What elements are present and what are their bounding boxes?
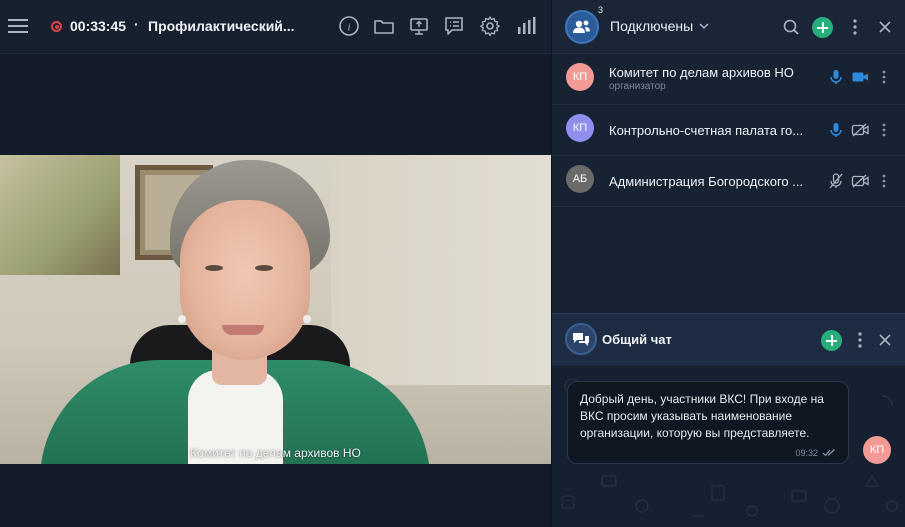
message-timestamp: 09:32	[795, 448, 818, 458]
close-icon[interactable]	[874, 16, 896, 38]
participant-name: Администрация Богородского ...	[609, 174, 804, 189]
settings-icon[interactable]	[479, 15, 501, 37]
folder-icon[interactable]	[373, 15, 395, 37]
more-vertical-icon[interactable]	[849, 329, 871, 351]
participants-header: 3 Подключены	[552, 0, 905, 54]
avatar: КП	[863, 436, 891, 464]
title-separator: ·	[134, 16, 139, 32]
chat-message[interactable]: Добрый день, участники ВКС! При входе на…	[567, 381, 849, 464]
speaker-name-label: Комитет по делам архивов НО	[190, 446, 361, 460]
chat-bubbles-icon	[573, 333, 589, 346]
participants-filter-label[interactable]: Подключены	[610, 18, 693, 34]
avatar: КП	[566, 63, 594, 91]
conference-area: 00:33:45 · Профилактический... i Комитет…	[0, 0, 551, 527]
chat-message-text: Добрый день, участники ВКС! При входе на…	[580, 392, 824, 440]
chevron-down-icon[interactable]	[697, 19, 711, 33]
participants-button[interactable]	[565, 10, 599, 44]
chat-header: Общий чат	[552, 313, 905, 366]
camera-on-icon[interactable]	[851, 68, 869, 86]
screen-share-icon[interactable]	[408, 15, 430, 37]
more-vertical-icon[interactable]	[875, 121, 893, 139]
close-icon[interactable]	[874, 329, 896, 351]
mic-on-icon[interactable]	[827, 68, 845, 86]
read-checkmarks-icon	[822, 449, 835, 457]
add-participant-button[interactable]	[812, 17, 833, 38]
chat-messages: Добрый день, участники ВКС! При входе на…	[552, 366, 905, 527]
participants-list: КП Комитет по делам архивов НО организат…	[552, 54, 905, 207]
avatar: КП	[566, 114, 594, 142]
chat-title: Общий чат	[602, 332, 672, 347]
speaker-video[interactable]	[0, 155, 551, 464]
side-panel: 3 Подключены КП Комитет по делам архивов…	[551, 0, 905, 527]
mic-off-icon[interactable]	[827, 172, 845, 190]
search-icon[interactable]	[780, 16, 802, 38]
participant-role: организатор	[609, 81, 666, 92]
call-timer: 00:33:45	[70, 18, 127, 34]
recording-indicator-icon	[51, 21, 62, 32]
conference-title[interactable]: Профилактический...	[148, 18, 308, 34]
people-icon	[573, 20, 590, 33]
new-chat-button[interactable]	[821, 330, 842, 351]
list-item[interactable]: КП Комитет по делам архивов НО организат…	[552, 54, 905, 105]
list-item[interactable]: КП Контрольно-счетная палата го...	[552, 105, 905, 156]
camera-off-icon[interactable]	[851, 121, 869, 139]
app-window: 00:33:45 · Профилактический... i Комитет…	[0, 0, 905, 527]
participant-count-badge: 3	[598, 5, 604, 15]
info-icon[interactable]: i	[338, 15, 360, 37]
list-item[interactable]: АБ Администрация Богородского ...	[552, 156, 905, 207]
stats-icon[interactable]	[515, 15, 537, 37]
camera-off-icon[interactable]	[851, 172, 869, 190]
chat-button[interactable]	[565, 323, 597, 355]
more-vertical-icon[interactable]	[875, 68, 893, 86]
more-vertical-icon[interactable]	[844, 16, 866, 38]
checklist-icon[interactable]	[443, 15, 465, 37]
mic-on-icon[interactable]	[827, 121, 845, 139]
avatar: АБ	[566, 165, 594, 193]
svg-text:i: i	[347, 22, 350, 34]
participant-name: Контрольно-счетная палата го...	[609, 123, 804, 138]
participant-name: Комитет по делам архивов НО	[609, 65, 794, 80]
conference-toolbar: 00:33:45 · Профилактический... i	[0, 0, 551, 54]
menu-icon[interactable]	[8, 17, 28, 35]
more-vertical-icon[interactable]	[875, 172, 893, 190]
